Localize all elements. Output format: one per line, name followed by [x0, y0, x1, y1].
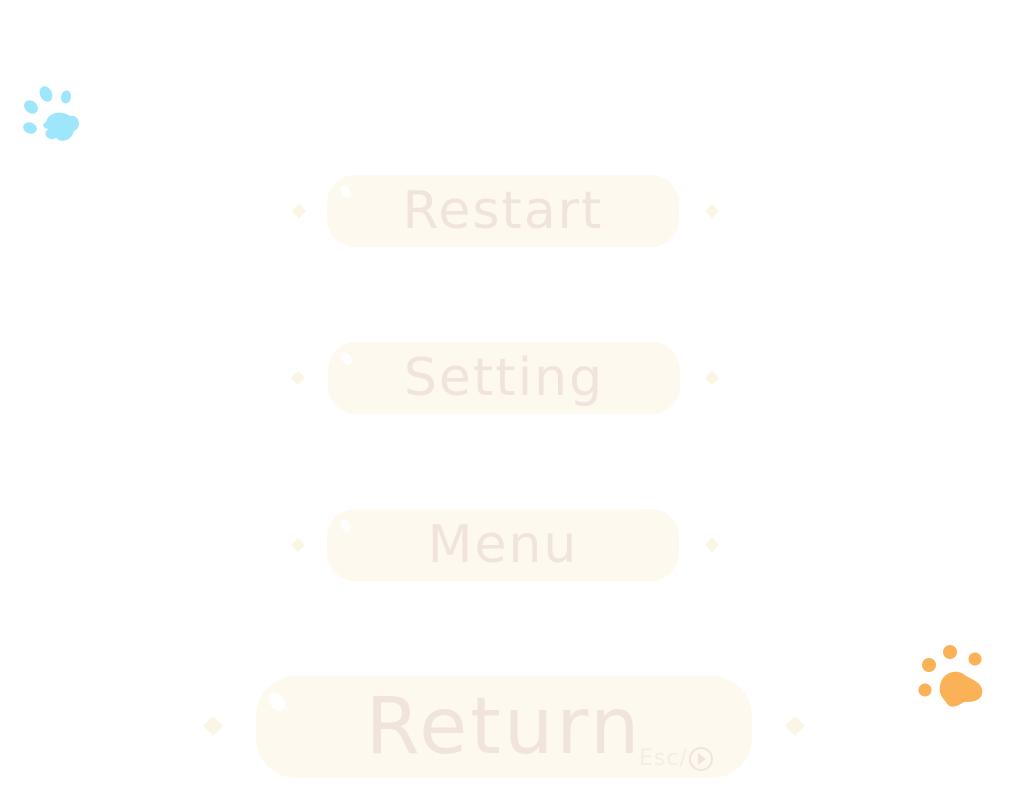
decorative-diamond [203, 716, 223, 736]
decorative-diamond [290, 537, 306, 553]
return-button[interactable]: Return Esc/ [256, 676, 752, 778]
button-shine [339, 350, 354, 367]
button-shine [338, 183, 353, 200]
decorative-diamond [290, 370, 306, 386]
decorative-diamond [704, 370, 720, 386]
paw-print-icon [23, 86, 79, 141]
decorative-diamond [291, 203, 307, 219]
setting-button[interactable]: Setting [328, 342, 680, 414]
menu-label: Menu [427, 515, 579, 575]
return-shortcut-hint: Esc/ [639, 746, 713, 771]
menu-button[interactable]: Menu [327, 509, 679, 581]
circle-play-icon [688, 746, 713, 771]
restart-label: Restart [402, 181, 604, 241]
pause-menu-screen: Restart Setting Menu Return Esc/ [0, 0, 1014, 796]
decorative-diamond [704, 537, 720, 553]
restart-button[interactable]: Restart [327, 175, 679, 247]
return-hint-text: Esc/ [639, 746, 688, 771]
setting-label: Setting [403, 348, 605, 408]
button-shine [265, 689, 289, 715]
button-shine [338, 517, 353, 534]
decorative-diamond [704, 203, 720, 219]
return-label: Return [365, 682, 643, 772]
paw-print-icon [918, 645, 983, 707]
decorative-diamond [785, 716, 805, 736]
